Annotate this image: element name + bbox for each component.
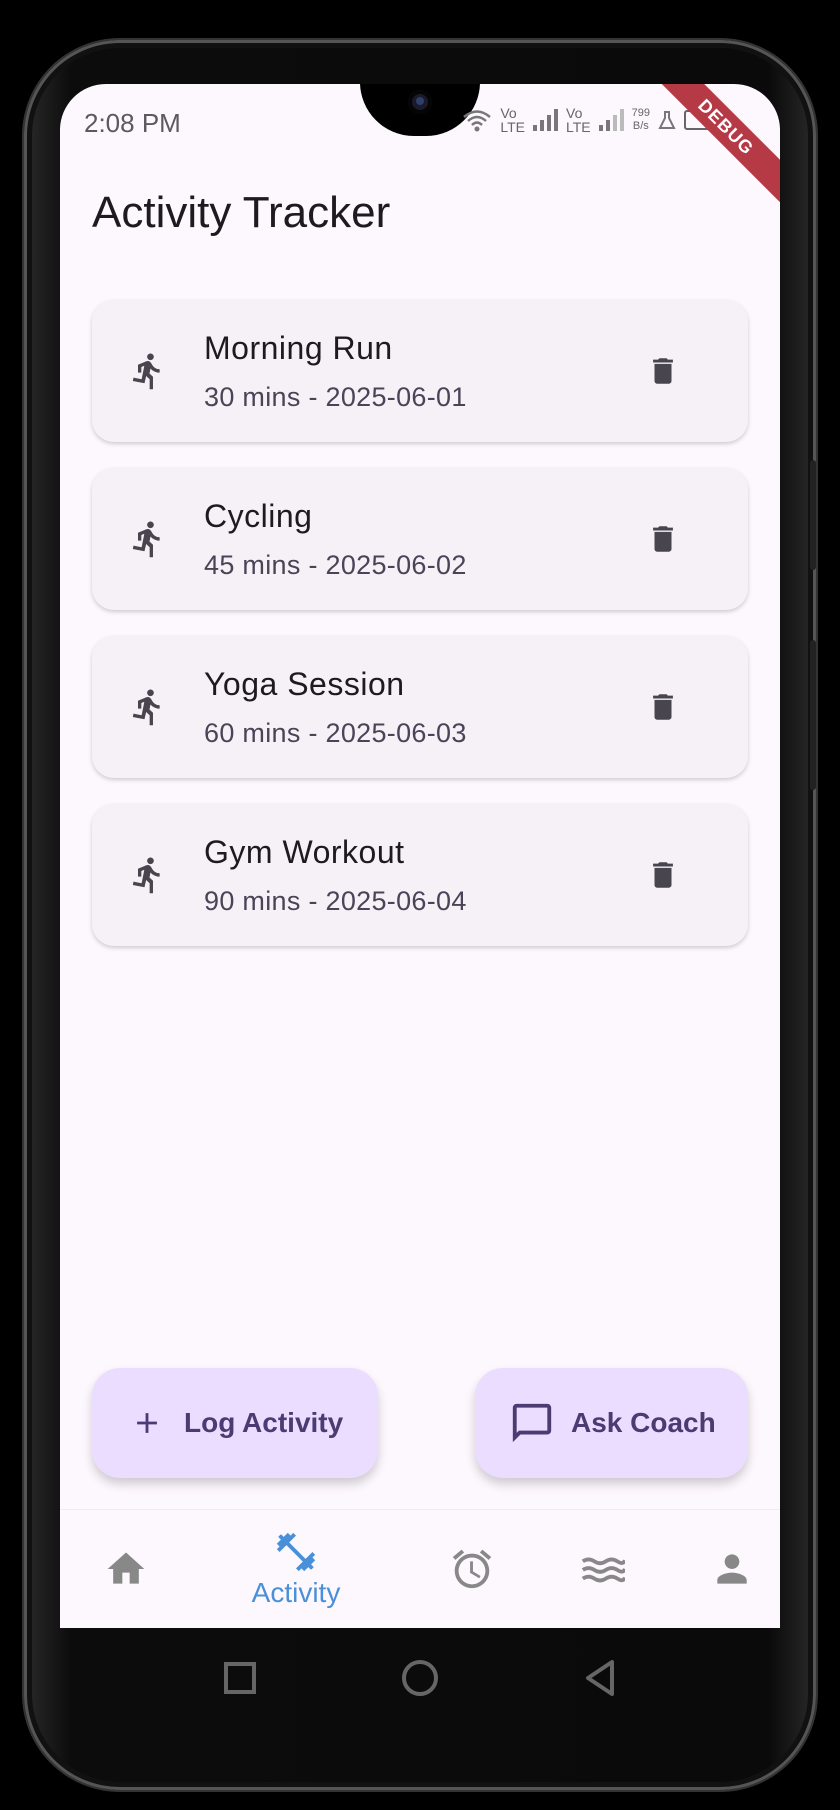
activity-detail: 30 mins - 2025-06-01 xyxy=(204,382,467,412)
waves-icon xyxy=(581,1557,625,1583)
activity-card[interactable]: Yoga Session 60 mins - 2025-06-03 xyxy=(92,636,748,778)
status-time: 2:08 PM xyxy=(84,108,181,138)
activity-card[interactable]: Cycling 45 mins - 2025-06-02 xyxy=(92,468,748,610)
home-icon xyxy=(107,1552,145,1584)
nav-activity-label: Activity xyxy=(251,1577,341,1608)
network-speed: 799 B/s xyxy=(631,107,650,132)
ask-coach-label: Ask Coach xyxy=(571,1407,716,1438)
activity-name: Yoga Session xyxy=(204,666,405,702)
sim1-network-label: Vo LTE xyxy=(500,105,525,135)
person-icon xyxy=(717,1554,747,1584)
status-icons: Vo LTE Vo LTE 799 B/s xyxy=(462,106,722,134)
add-icon xyxy=(137,1413,157,1433)
run-icon xyxy=(132,689,160,726)
run-icon xyxy=(132,353,160,390)
log-activity-button[interactable]: Log Activity xyxy=(92,1368,378,1478)
delete-icon[interactable] xyxy=(646,351,680,391)
activity-name: Gym Workout xyxy=(204,834,405,870)
nav-activity[interactable]: Activity xyxy=(238,1510,354,1628)
delete-icon[interactable] xyxy=(646,855,680,895)
signal-icon xyxy=(598,109,624,131)
delete-icon[interactable] xyxy=(646,519,680,559)
activity-name: Cycling xyxy=(204,498,313,534)
run-icon xyxy=(132,857,160,894)
activity-card[interactable]: Morning Run 30 mins - 2025-06-01 xyxy=(92,300,748,442)
delete-icon[interactable] xyxy=(646,687,680,727)
alarm-icon xyxy=(452,1549,492,1589)
run-icon xyxy=(132,521,160,558)
nav-waves[interactable] xyxy=(560,1510,644,1628)
ask-coach-button[interactable]: Ask Coach xyxy=(475,1368,748,1478)
app-screen: 2:08 PM Vo LTE Vo LTE 799 B/s DEBUG Acti… xyxy=(60,84,780,1628)
signal-icon xyxy=(533,109,558,131)
nav-profile[interactable] xyxy=(690,1510,774,1628)
chat-icon xyxy=(512,1403,552,1443)
volume-button xyxy=(810,460,816,570)
bottom-nav: Activity xyxy=(60,1509,780,1628)
activity-detail: 60 mins - 2025-06-03 xyxy=(204,718,467,748)
activity-detail: 90 mins - 2025-06-04 xyxy=(204,886,467,916)
nav-alarm[interactable] xyxy=(430,1510,514,1628)
recents-icon[interactable] xyxy=(220,1658,260,1698)
fitness-icon xyxy=(276,1532,316,1572)
activity-name: Morning Run xyxy=(204,330,393,366)
activity-detail: 45 mins - 2025-06-02 xyxy=(204,550,467,580)
activity-card[interactable]: Gym Workout 90 mins - 2025-06-04 xyxy=(92,804,748,946)
flask-icon xyxy=(658,111,676,129)
debug-banner: DEBUG xyxy=(644,84,780,209)
system-nav-bar xyxy=(60,1628,780,1728)
home-button-icon[interactable] xyxy=(400,1658,440,1698)
page-title: Activity Tracker xyxy=(92,188,391,237)
sim2-network-label: Vo LTE xyxy=(566,105,591,135)
nav-home[interactable] xyxy=(84,1510,168,1628)
back-icon[interactable] xyxy=(580,1658,620,1698)
front-camera xyxy=(408,90,432,114)
log-activity-label: Log Activity xyxy=(184,1407,344,1438)
wifi-icon xyxy=(463,110,492,132)
power-button xyxy=(810,640,816,790)
